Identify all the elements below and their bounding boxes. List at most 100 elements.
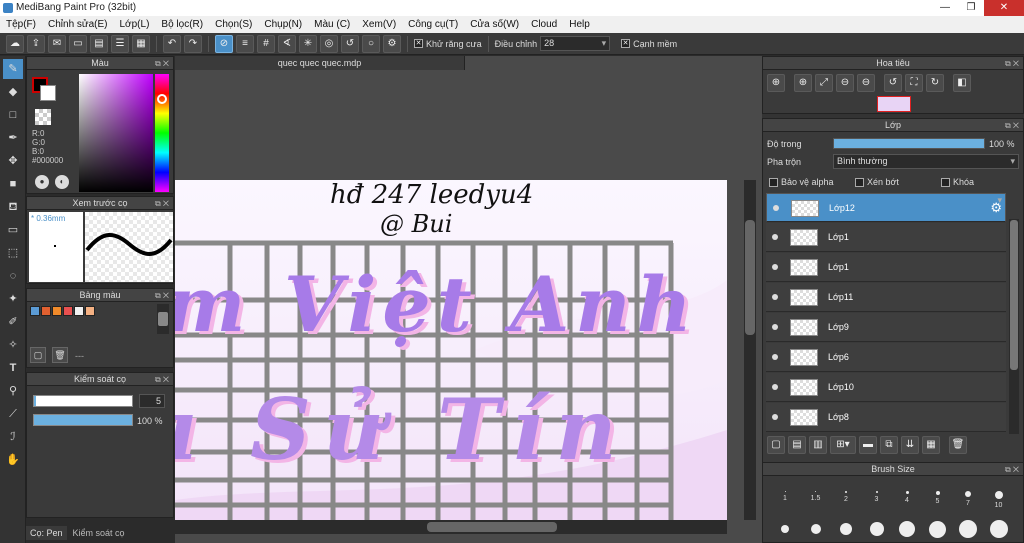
document-icon[interactable]: ▤ xyxy=(90,34,108,53)
flip-icon[interactable]: ◧ xyxy=(953,74,971,92)
tab-brush[interactable]: Cọ: Pen xyxy=(26,525,67,540)
navigator-thumbnail[interactable] xyxy=(877,96,911,112)
delete-layer-icon[interactable]: 🗑 xyxy=(949,436,967,454)
gradient-tool-icon[interactable]: ▭ xyxy=(3,220,23,240)
merge-down-icon[interactable]: ⇊ xyxy=(901,436,919,454)
rotate-left-icon[interactable]: ↺ xyxy=(884,74,902,92)
lock-toggle[interactable]: Khóa xyxy=(941,177,974,187)
visibility-icon[interactable] xyxy=(772,234,778,240)
blend-mode-select[interactable]: Bình thường xyxy=(833,154,1019,169)
add-layer-dropdown-icon[interactable]: ⊞▾ xyxy=(830,436,856,454)
background-color-swatch[interactable] xyxy=(40,85,56,101)
undo-icon[interactable]: ↶ xyxy=(163,34,181,53)
redo-icon[interactable]: ↷ xyxy=(184,34,202,53)
vertical-scrollbar[interactable] xyxy=(744,180,756,520)
lasso-tool-icon[interactable]: ◌ xyxy=(3,266,23,286)
brush-size-preset-large[interactable] xyxy=(899,521,915,537)
menu-select[interactable]: Chọn(S) xyxy=(209,19,258,30)
layer-settings-icon[interactable]: ▦ xyxy=(922,436,940,454)
snap-off-icon[interactable]: ⊘ xyxy=(215,34,233,53)
fill-shape-tool-icon[interactable]: ■ xyxy=(3,174,23,194)
hand-tool-icon[interactable]: ✋ xyxy=(3,450,23,470)
popout-icon[interactable]: ⧉ ✕ xyxy=(1005,463,1019,476)
list-icon[interactable]: ☰ xyxy=(111,34,129,53)
clipping-toggle[interactable]: Xén bớt xyxy=(855,177,899,187)
zoom-out-icon[interactable]: ⊖ xyxy=(836,74,854,92)
brush-tool-icon[interactable]: ✎ xyxy=(3,59,23,79)
menu-file[interactable]: Tệp(F) xyxy=(0,19,42,30)
brush-size-preset-large[interactable] xyxy=(781,525,789,533)
curve-snap-icon[interactable]: ↺ xyxy=(341,34,359,53)
color-swatch[interactable] xyxy=(52,306,62,316)
hue-handle[interactable] xyxy=(157,94,167,104)
fit-icon[interactable]: ⤢ xyxy=(815,74,833,92)
select-tool-icon[interactable]: ⬚ xyxy=(3,243,23,263)
brush-size-preset[interactable]: 10 xyxy=(985,485,1013,509)
popout-icon[interactable]: ⧉ ✕ xyxy=(1005,57,1019,70)
layer-row[interactable]: Lớp1 xyxy=(766,253,1006,282)
popout-icon[interactable]: ⧉ ✕ xyxy=(155,373,169,386)
popout-icon[interactable]: ⧉ ✕ xyxy=(155,57,169,70)
select-eraser-tool-icon[interactable]: ✧ xyxy=(3,335,23,355)
visibility-icon[interactable] xyxy=(772,384,778,390)
chat-icon[interactable]: ▭ xyxy=(69,34,87,53)
protect-alpha-checkbox[interactable] xyxy=(769,177,778,187)
layer-row[interactable]: Lớp10 xyxy=(766,373,1006,402)
edge-toggle[interactable]: ✕ Cạnh mềm xyxy=(621,39,677,49)
brush-size-preset-large[interactable] xyxy=(840,523,852,535)
edge-checkbox[interactable]: ✕ xyxy=(621,39,631,48)
brush-size-preset[interactable]: 7 xyxy=(954,485,982,507)
brush-size-preset-large[interactable] xyxy=(869,522,884,536)
protect-alpha-toggle[interactable]: Bảo vệ alpha xyxy=(769,177,834,187)
color-swatch[interactable] xyxy=(30,306,40,316)
radial-snap-icon[interactable]: ✳ xyxy=(299,34,317,53)
gear-icon[interactable]: ⚙ xyxy=(990,200,1002,216)
visibility-icon[interactable] xyxy=(772,324,778,330)
bucket-tool-icon[interactable]: ⛾ xyxy=(3,197,23,217)
menu-layer[interactable]: Lớp(L) xyxy=(114,19,156,30)
brush-size-preset[interactable]: 2 xyxy=(832,485,860,503)
visibility-icon[interactable] xyxy=(772,354,778,360)
layer-row[interactable]: Lớp8 xyxy=(766,403,1006,432)
concentric-snap-icon[interactable]: ◎ xyxy=(320,34,338,53)
grid-snap-icon[interactable]: # xyxy=(257,34,275,53)
menu-view[interactable]: Xem(V) xyxy=(356,19,402,30)
pipette-tool-icon[interactable]: ℐ xyxy=(3,427,23,447)
tab-brush-control[interactable]: Kiểm soát cọ xyxy=(69,526,129,540)
menu-cloud[interactable]: Cloud xyxy=(525,19,563,30)
brush-size-preset-large[interactable] xyxy=(929,520,946,538)
brush-opacity-slider[interactable] xyxy=(33,414,133,426)
maximize-button[interactable]: ❐ xyxy=(958,0,984,16)
horizontal-scroll-thumb[interactable] xyxy=(427,522,557,532)
color-swatch[interactable] xyxy=(85,306,95,316)
transparent-color-swatch[interactable] xyxy=(35,109,51,125)
layer-opacity-slider[interactable] xyxy=(833,138,985,149)
menu-snap[interactable]: Chụp(N) xyxy=(258,19,308,30)
share-icon[interactable]: ⇪ xyxy=(27,34,45,53)
brush-size-preset[interactable]: 4 xyxy=(893,485,921,504)
duplicate-layer-icon[interactable]: ⧉ xyxy=(880,436,898,454)
comment-icon[interactable]: ✉ xyxy=(48,34,66,53)
horizontal-scrollbar[interactable] xyxy=(175,520,727,534)
popout-icon[interactable]: ⧉ ✕ xyxy=(155,197,169,210)
fit-screen-icon[interactable]: ⛶ xyxy=(905,74,923,92)
new-layer-icon[interactable]: ▢ xyxy=(767,436,785,454)
circle-snap-icon[interactable]: ○ xyxy=(362,34,380,53)
palette-scrollbar[interactable] xyxy=(157,304,169,334)
brush-size-preset-large[interactable] xyxy=(810,524,821,534)
new-8bit-layer-icon[interactable]: ▥ xyxy=(809,436,827,454)
popout-icon[interactable]: ⧉ ✕ xyxy=(155,289,169,302)
brush-size-preset[interactable]: 5 xyxy=(924,485,952,505)
brush-size-preset-large[interactable] xyxy=(989,520,1008,538)
document-tab[interactable]: quec quec quec.mdp xyxy=(175,56,465,70)
select-pen-tool-icon[interactable]: ✐ xyxy=(3,312,23,332)
color-swatch[interactable] xyxy=(63,306,73,316)
brush-size-preset[interactable]: 3 xyxy=(863,485,891,503)
menu-color[interactable]: Màu (C) xyxy=(308,19,356,30)
zoom-out-alt-icon[interactable]: ⊖ xyxy=(857,74,875,92)
menu-tools[interactable]: Công cụ(T) xyxy=(402,19,464,30)
close-button[interactable]: ✕ xyxy=(984,0,1024,16)
lock-checkbox[interactable] xyxy=(941,177,950,187)
settings-icon[interactable]: ⚙ xyxy=(383,34,401,53)
layer-row[interactable]: Lớp9 xyxy=(766,313,1006,342)
